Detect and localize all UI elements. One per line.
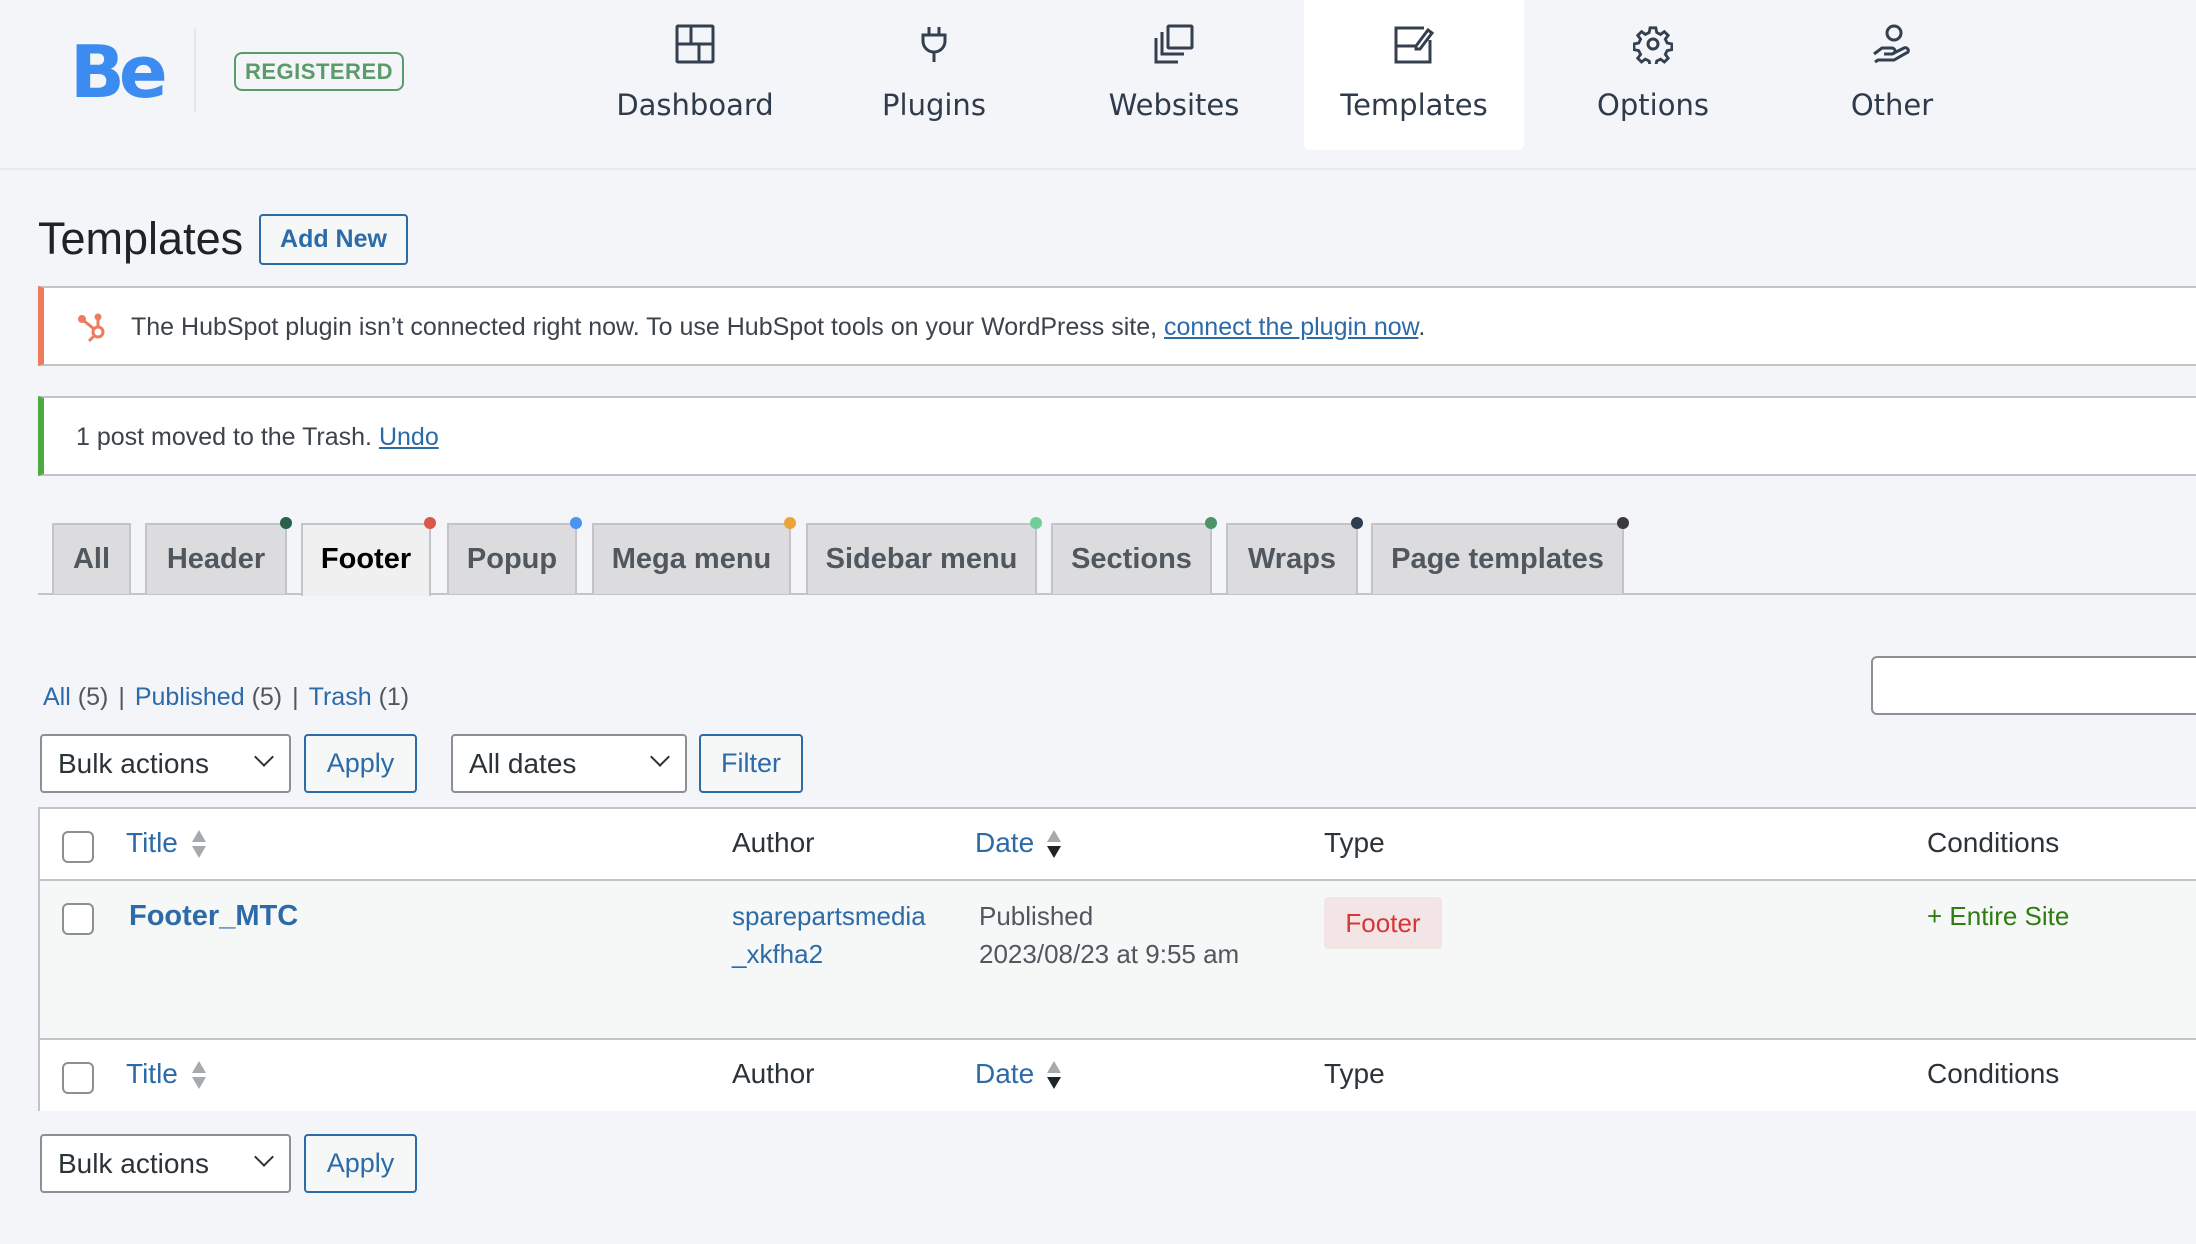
column-type: Type [1324,827,1385,858]
tab-popup[interactable]: Popup [447,517,582,594]
nav-label: Other [1850,88,1934,122]
sort-icon[interactable] [192,830,206,860]
tab-color-dot [784,517,796,529]
filter-button[interactable]: Filter [699,734,803,793]
status-trash-link[interactable]: Trash [309,683,372,711]
tab-page-templates[interactable]: Page templates [1371,517,1629,594]
column-conditions: Conditions [1927,1058,2060,1089]
tab-color-dot [424,517,436,529]
select-all-checkbox[interactable] [62,831,94,863]
tab-color-dot [1617,517,1629,529]
column-title[interactable]: Title [126,827,178,859]
nav-item-dashboard[interactable]: Dashboard [585,0,805,150]
column-author: Author [732,827,815,858]
main-nav: Dashboard Plugins Websites Templates Opt… [0,0,2196,150]
tab-color-dot [1205,517,1217,529]
column-conditions: Conditions [1927,827,2060,858]
tab-all[interactable]: All [52,523,131,594]
post-status: Published [979,901,1094,931]
tab-footer[interactable]: Footer [301,517,436,596]
tab-sidebar-menu[interactable]: Sidebar menu [806,517,1042,594]
post-date: 2023/08/23 at 9:55 am [979,939,1240,969]
bulk-actions-select-bottom[interactable]: Bulk actions [40,1134,291,1193]
dashboard-grid-icon [675,24,715,64]
sort-desc-icon[interactable] [1047,830,1061,860]
top-bar: Be REGISTERED Dashboard Plugins Websites [0,0,2196,170]
column-title[interactable]: Title [126,1058,178,1090]
edit-template-icon [1394,26,1434,64]
status-filter-links: All (5) | Published (5) | Trash (1) [43,683,410,711]
bulk-actions-select[interactable]: Bulk actions [40,734,291,793]
column-date[interactable]: Date [975,827,1034,859]
nav-item-templates[interactable]: Templates [1304,0,1524,150]
tab-color-dot [1030,517,1042,529]
nav-label: Templates [1340,88,1488,122]
nav-item-other[interactable]: Other [1782,0,2002,150]
plug-icon [921,27,947,62]
table-row: Footer_MTC sparepartsmedia _xkfha2 Publi… [40,881,2196,1038]
add-new-button[interactable]: Add New [259,214,408,265]
table-footer: Title Author Date Type Conditions [40,1038,2196,1111]
nav-item-websites[interactable]: Websites [1064,0,1284,150]
author-link[interactable]: sparepartsmedia _xkfha2 [732,897,926,973]
chevron-down-icon [254,1147,274,1167]
template-title-link[interactable]: Footer_MTC [129,897,298,935]
trash-notice-text: 1 post moved to the Trash. Undo [76,423,439,451]
nav-label: Options [1597,88,1709,122]
status-published-link[interactable]: Published [135,683,245,711]
page-title: Templates [38,213,244,264]
hubspot-icon [78,313,105,343]
sort-icon[interactable] [192,1061,206,1091]
trash-notice: 1 post moved to the Trash. Undo [38,396,2196,476]
tab-color-dot [1351,517,1363,529]
select-all-checkbox-bottom[interactable] [62,1062,94,1094]
status-all-link[interactable]: All [43,683,71,711]
hubspot-notice-text: The HubSpot plugin isn’t connected right… [131,313,1426,341]
copy-stack-icon [1154,24,1194,64]
chevron-down-icon [650,747,670,767]
nav-label: Dashboard [616,88,774,122]
undo-link[interactable]: Undo [379,423,439,451]
nav-label: Plugins [882,88,986,122]
table-header: Title Author Date Type Conditions [40,809,2196,881]
connect-plugin-link[interactable]: connect the plugin now [1164,313,1418,341]
apply-button[interactable]: Apply [304,734,417,793]
column-date[interactable]: Date [975,1058,1034,1090]
tab-header[interactable]: Header [145,517,292,594]
row-checkbox[interactable] [62,903,94,935]
type-badge: Footer [1324,897,1442,949]
tab-mega-menu[interactable]: Mega menu [592,517,796,594]
apply-button-bottom[interactable]: Apply [304,1134,417,1193]
dates-select[interactable]: All dates [451,734,687,793]
tab-wraps[interactable]: Wraps [1226,517,1363,594]
column-type: Type [1324,1058,1385,1089]
nav-item-plugins[interactable]: Plugins [824,0,1044,150]
tab-color-dot [280,517,292,529]
nav-label: Websites [1108,88,1240,122]
date-cell: Published 2023/08/23 at 9:55 am [979,897,1239,973]
templates-table: Title Author Date Type Conditions Footer… [38,807,2196,1111]
hand-user-icon [1873,24,1910,64]
tab-color-dot [570,517,582,529]
conditions-value[interactable]: + Entire Site [1927,897,2069,935]
tab-sections[interactable]: Sections [1051,517,1217,594]
nav-item-options[interactable]: Options [1543,0,1763,150]
search-input[interactable] [1871,656,2196,715]
chevron-down-icon [254,747,274,767]
gear-icon [1633,26,1673,64]
sort-desc-icon[interactable] [1047,1061,1061,1091]
hubspot-notice: The HubSpot plugin isn’t connected right… [38,286,2196,366]
column-author: Author [732,1058,815,1089]
